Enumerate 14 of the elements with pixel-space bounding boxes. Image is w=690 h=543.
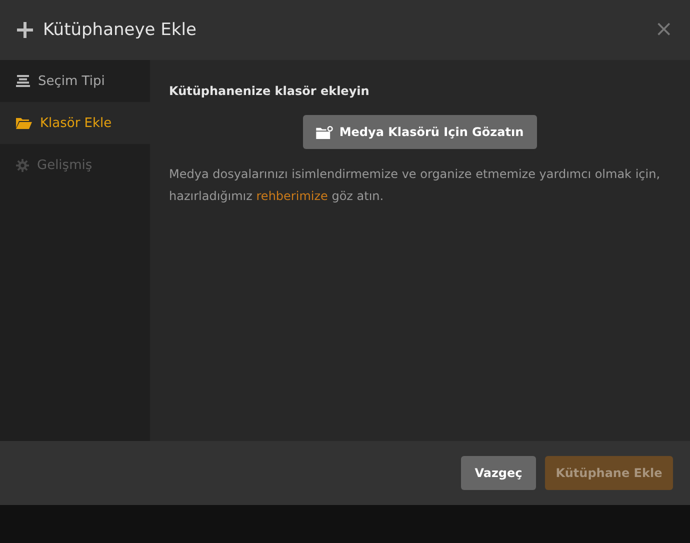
sidebar-item[interactable]: Seçim Tipi: [0, 60, 150, 102]
description-text: Medya dosyalarınızı isimlendirmemize ve organize etmemize yardımcı olmak için, hazırladığımız rehberimize göz atın.: [169, 166, 662, 205]
cancel-button[interactable]: Vazgeç: [461, 456, 536, 490]
folder-icon: [16, 117, 32, 129]
gear-icon: [16, 158, 29, 172]
guide-link[interactable]: rehberimize: [256, 189, 328, 203]
sidebar-item[interactable]: Klasör Ekle: [0, 102, 150, 144]
dialog-title: Kütüphaneye Ekle: [43, 20, 198, 40]
plus-icon: [17, 22, 33, 38]
folder-add-icon: [316, 126, 334, 138]
browse-button[interactable]: Medya Klasörü Için Gözatın: [303, 115, 537, 149]
close-button[interactable]: ×: [654, 19, 673, 41]
list-icon: [16, 75, 30, 87]
section-heading: Kütüphanenize klasör ekleyin: [169, 84, 370, 100]
